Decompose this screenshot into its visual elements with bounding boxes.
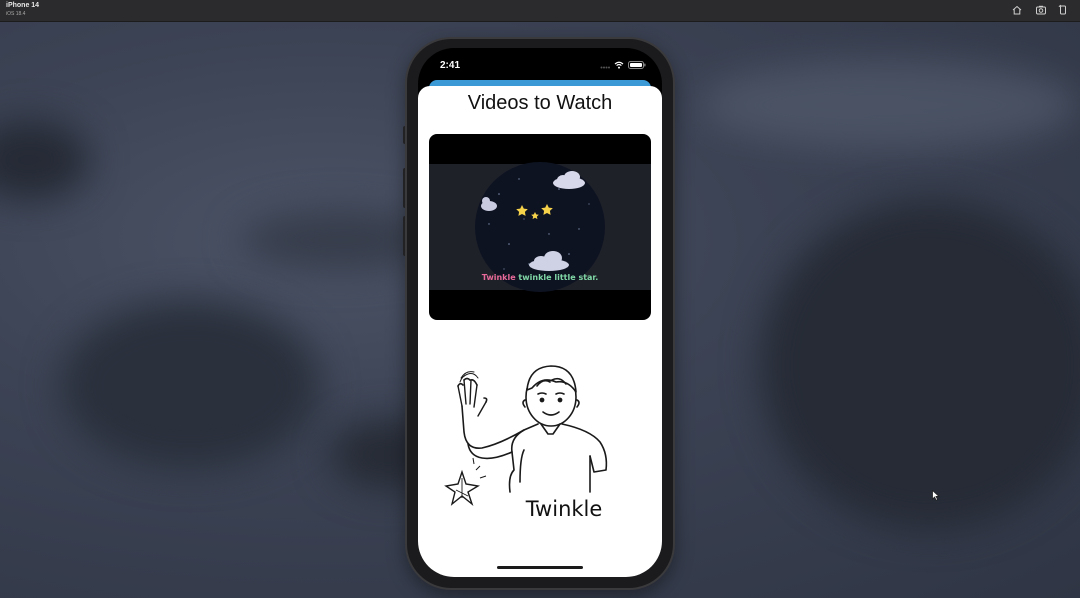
home-icon[interactable] (1011, 4, 1023, 16)
video-caption: twinkle little star. (516, 273, 599, 282)
device-name: iPhone 14 (6, 2, 40, 9)
wifi-icon (614, 61, 624, 69)
background-blur (700, 60, 1080, 150)
svg-text:Twinkle twinkle little star.: Twinkle twinkle little star. (482, 273, 599, 282)
screenshot-icon[interactable] (1035, 4, 1047, 16)
signal-icon (600, 66, 610, 68)
phone-screen: 2:41 Videos to Watch Twinkle twinkle lit… (418, 48, 662, 577)
rotate-icon[interactable] (1057, 4, 1069, 16)
illustration-label: Twinkle (525, 497, 603, 521)
video-caption-word: Twinkle (482, 273, 516, 282)
page-title: Videos to Watch (467, 92, 613, 114)
status-icons (600, 61, 646, 69)
background-blur (0, 120, 90, 200)
simulator-title-bar: iPhone 14 iOS 18.4 (0, 0, 1080, 22)
battery-icon (628, 61, 646, 69)
sign-language-illustration: Twinkle (440, 352, 640, 522)
video-player[interactable]: Twinkle twinkle little star. (429, 134, 651, 320)
background-blur (760, 200, 1080, 530)
sparkle-icon (444, 457, 487, 507)
status-time: 2:41 (440, 60, 461, 71)
home-indicator[interactable] (497, 566, 583, 569)
os-version: iOS 18.4 (6, 11, 26, 17)
background-blur (60, 300, 320, 470)
cursor-icon (932, 490, 940, 501)
modal-sheet: Videos to Watch Twinkle twinkle little s… (418, 86, 662, 577)
